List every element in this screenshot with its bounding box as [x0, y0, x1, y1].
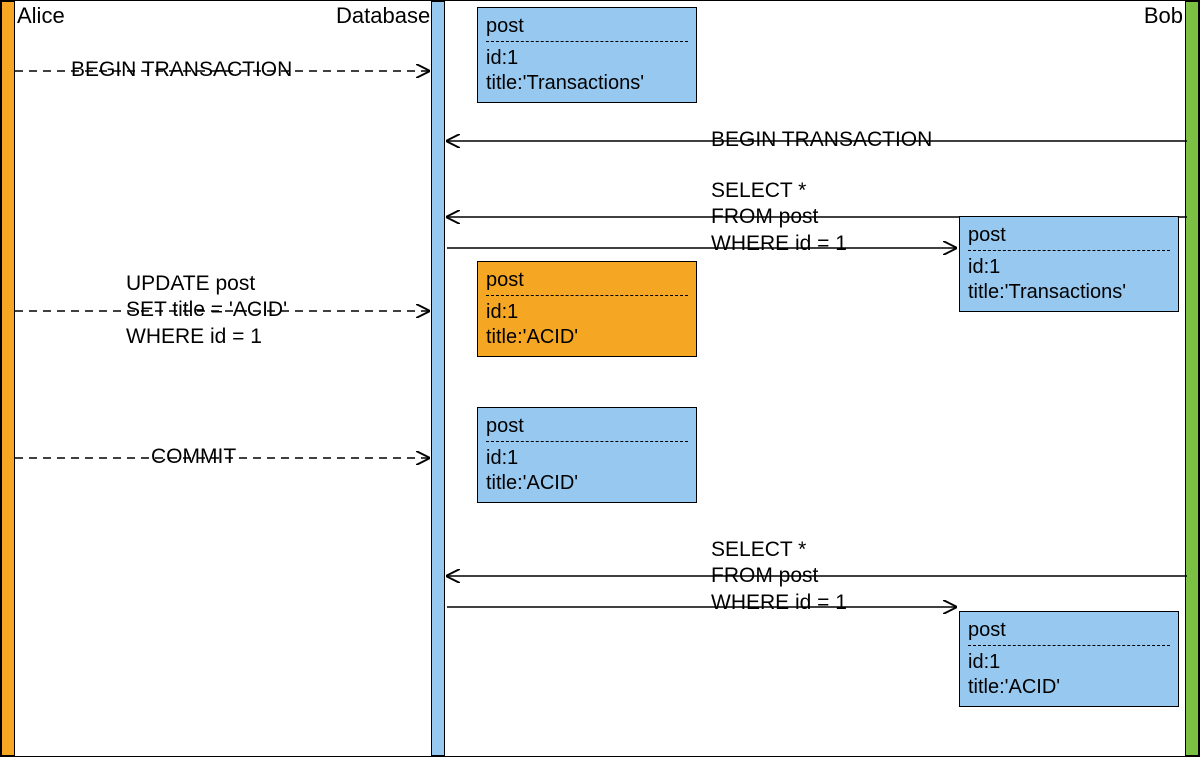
state-db-1-title: title:'Transactions' [486, 71, 688, 96]
state-db-3: post id:1 title:'ACID' [477, 407, 697, 503]
state-db-3-title: title:'ACID' [486, 471, 688, 496]
msg-bob-select-2: SELECT * FROM post WHERE id = 1 [711, 537, 847, 616]
state-db-2-header: post [486, 268, 688, 293]
sequence-diagram: Alice Database Bob BEGIN TRANSACTION UPD… [0, 0, 1200, 757]
msg-alice-begin: BEGIN TRANSACTION [71, 57, 292, 83]
msg-bob-select-1: SELECT * FROM post WHERE id = 1 [711, 178, 847, 257]
msg-alice-commit: COMMIT [151, 444, 236, 470]
state-db-1-header: post [486, 14, 688, 39]
state-db-1: post id:1 title:'Transactions' [477, 7, 697, 103]
msg-alice-update: UPDATE post SET title = 'ACID' WHERE id … [126, 271, 287, 350]
state-bob-1-id: id:1 [968, 255, 1170, 280]
actor-database-label: Database [336, 3, 430, 29]
state-bob-2-title: title:'ACID' [968, 675, 1170, 700]
msg-bob-begin: BEGIN TRANSACTION [711, 127, 932, 153]
actor-alice-label: Alice [17, 3, 65, 29]
state-bob-1: post id:1 title:'Transactions' [959, 216, 1179, 312]
state-db-2: post id:1 title:'ACID' [477, 261, 697, 357]
lifeline-alice [1, 1, 15, 756]
state-bob-2-header: post [968, 618, 1170, 643]
state-db-3-header: post [486, 414, 688, 439]
state-bob-1-header: post [968, 223, 1170, 248]
state-bob-2: post id:1 title:'ACID' [959, 611, 1179, 707]
state-bob-1-title: title:'Transactions' [968, 280, 1170, 305]
state-bob-2-id: id:1 [968, 650, 1170, 675]
state-db-3-id: id:1 [486, 446, 688, 471]
state-db-1-id: id:1 [486, 46, 688, 71]
lifeline-database [431, 1, 445, 756]
state-db-2-title: title:'ACID' [486, 325, 688, 350]
actor-bob-label: Bob [1144, 3, 1183, 29]
lifeline-bob [1185, 1, 1199, 756]
state-db-2-id: id:1 [486, 300, 688, 325]
